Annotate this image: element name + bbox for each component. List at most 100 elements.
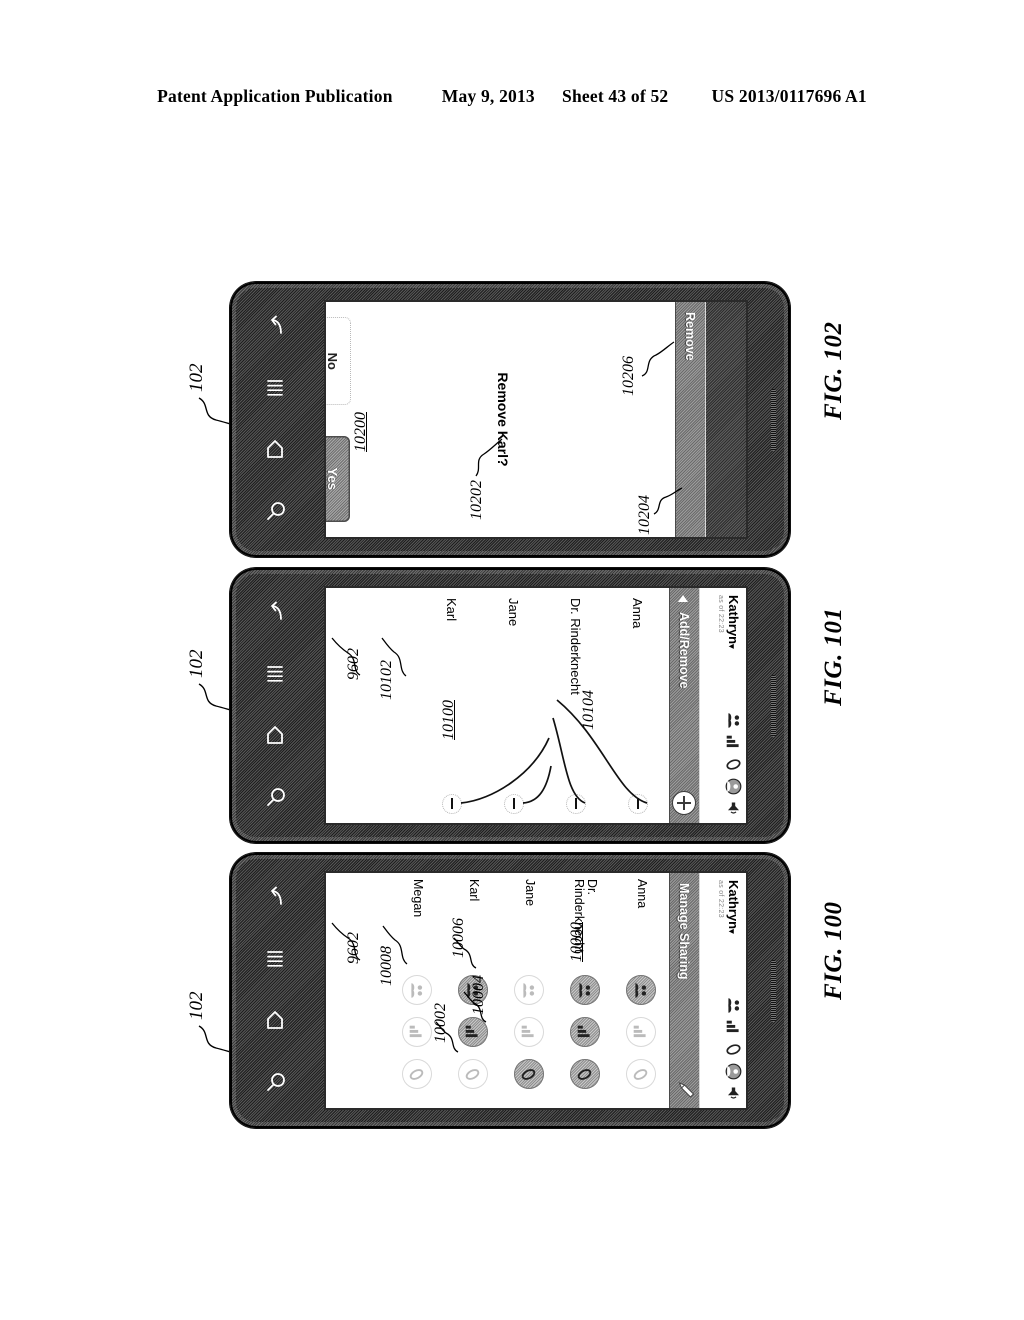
cell-people-toggle[interactable]: [626, 975, 656, 1005]
pill-icon: [410, 1068, 424, 1080]
contact-name: Anna: [634, 879, 649, 909]
figure-label-101: FIG. 101: [820, 607, 847, 706]
bar-chart-icon: [726, 1020, 739, 1033]
search-icon[interactable]: [262, 1069, 288, 1095]
pill-icon: [634, 1068, 648, 1080]
permission-cells: [626, 975, 656, 1089]
device-102-fig102: Remove Remove Karl? No Yes: [230, 282, 790, 557]
cell-chart-toggle[interactable]: [514, 1017, 544, 1047]
bar-chart-icon: [634, 1025, 647, 1037]
ref-10202: 10202: [468, 480, 485, 520]
edit-button-wrap: [672, 1080, 697, 1100]
permission-cells: [570, 975, 600, 1089]
dialog-message: Remove Karl?: [494, 372, 511, 467]
back-triangle-icon[interactable]: [678, 595, 688, 602]
cell-pill-toggle[interactable]: [514, 1059, 544, 1089]
chevron-down-icon[interactable]: ▾: [727, 929, 737, 934]
menu-icon[interactable]: [262, 376, 288, 402]
drawing-sheet: 102 Remove Remove Karl? No Yes 10200 102…: [0, 0, 1024, 1320]
ref-10004: 10004: [470, 975, 487, 1015]
title-bar-fig102: Remove: [675, 302, 705, 537]
back-icon[interactable]: [262, 315, 288, 341]
permission-cells: [402, 975, 432, 1089]
people-icon: [728, 713, 740, 728]
ref-10206: 10206: [620, 356, 637, 396]
status-bar-fig100: Kathryn▾ as of 22:23: [699, 873, 746, 1108]
status-user-name: Kathryn▾: [726, 595, 741, 649]
screen-fig100: Kathryn▾ as of 22:23 Manage Sharing Anna…: [326, 873, 746, 1108]
ref-9602-fig100: 9602: [345, 932, 362, 964]
nav-bar-fig101: [244, 584, 306, 827]
figure-label-102: FIG. 102: [820, 321, 847, 420]
permission-cells: [514, 975, 544, 1089]
pill-icon: [466, 1068, 480, 1080]
table-row: Jane: [501, 873, 557, 1108]
add-remove-title: Add/Remove: [677, 612, 691, 689]
status-sub-text: as of 22:23: [717, 880, 724, 918]
figure-label-100: FIG. 100: [820, 901, 847, 1000]
home-icon[interactable]: [262, 723, 288, 749]
status-sub-text: as of 22:23: [717, 595, 724, 633]
status-user-name: Kathryn▾: [726, 880, 741, 934]
device-reference-102-fig101: 102: [186, 649, 207, 679]
add-remove-list: Anna Dr. Rinderknecht Jane Karl: [326, 588, 669, 823]
contact-name: Karl: [466, 879, 481, 902]
back-icon[interactable]: [262, 886, 288, 912]
dialog-button-row: No Yes: [326, 302, 351, 537]
people-icon: [579, 982, 591, 998]
cell-people-toggle[interactable]: [514, 975, 544, 1005]
pill-icon: [726, 759, 741, 770]
device-102-fig101: Kathryn▾ as of 22:23 Add/Remove Anna Dr.…: [230, 568, 790, 843]
manage-sharing-title: Manage Sharing: [677, 883, 691, 980]
chevron-down-icon[interactable]: ▾: [727, 644, 737, 649]
earpiece-speaker: [771, 674, 776, 737]
cell-pill-toggle[interactable]: [402, 1059, 432, 1089]
speaker-icon: [727, 802, 740, 814]
ref-9602-fig101: 9602: [345, 648, 362, 680]
dialog-title: Remove: [683, 312, 697, 361]
earpiece-speaker: [771, 388, 776, 451]
home-icon[interactable]: [262, 1008, 288, 1034]
no-button[interactable]: No: [326, 317, 351, 406]
cell-chart-toggle[interactable]: [458, 1017, 488, 1047]
yes-button[interactable]: Yes: [326, 435, 350, 522]
cell-people-toggle[interactable]: [402, 975, 432, 1005]
menu-icon[interactable]: [262, 947, 288, 973]
search-icon[interactable]: [262, 498, 288, 524]
device-reference-102-fig102: 102: [186, 363, 207, 393]
bar-chart-icon: [726, 735, 739, 748]
pencil-icon[interactable]: [677, 1080, 697, 1100]
ref-10204: 10204: [636, 495, 653, 535]
home-icon[interactable]: [262, 437, 288, 463]
cell-chart-toggle[interactable]: [626, 1017, 656, 1047]
search-icon[interactable]: [262, 784, 288, 810]
add-button-wrap: [672, 791, 696, 815]
cell-chart-toggle[interactable]: [402, 1017, 432, 1047]
cell-pill-toggle[interactable]: [458, 1059, 488, 1089]
add-button[interactable]: [672, 791, 696, 815]
pill-icon: [522, 1068, 536, 1080]
title-bar-fig101: Add/Remove: [669, 588, 699, 823]
back-icon[interactable]: [262, 601, 288, 627]
bar-chart-icon: [466, 1025, 479, 1037]
remove-dialog: Remove Karl? No Yes: [326, 302, 675, 537]
menu-icon[interactable]: [262, 662, 288, 688]
pill-icon: [726, 1044, 741, 1055]
cell-pill-toggle[interactable]: [570, 1059, 600, 1089]
pill-icon: [578, 1068, 592, 1080]
user-name-text: Kathryn: [726, 880, 741, 930]
screen-fig102: Remove Remove Karl? No Yes: [326, 302, 746, 537]
user-name-text: Kathryn: [726, 595, 741, 645]
people-icon: [635, 982, 647, 998]
nav-bar-fig100: [244, 869, 306, 1112]
cell-pill-toggle[interactable]: [626, 1059, 656, 1089]
ref-10100: 10100: [440, 700, 457, 740]
sharing-grid: Anna Dr. Rinderknecht Jane Karl Megan: [326, 873, 669, 1108]
cell-people-toggle[interactable]: [570, 975, 600, 1005]
contact-name: Megan: [410, 879, 425, 918]
nav-bar-fig102: [244, 298, 306, 541]
status-icon-tray: [725, 712, 742, 817]
title-bar-fig100: Manage Sharing: [669, 873, 699, 1108]
status-bar-fig102: [705, 302, 746, 537]
cell-chart-toggle[interactable]: [570, 1017, 600, 1047]
